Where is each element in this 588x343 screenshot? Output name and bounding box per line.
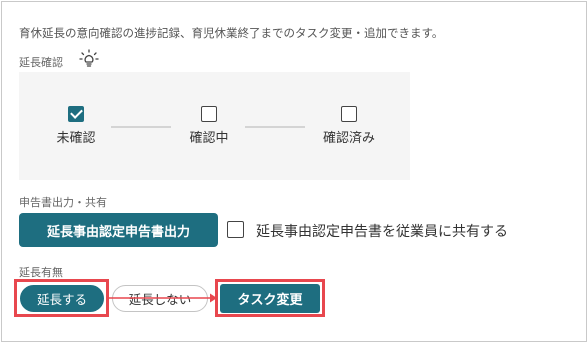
step-confirming-label: 確認中 xyxy=(189,131,229,146)
confirm-section-label: 延長確認 xyxy=(19,56,63,69)
extension-section-label: 延長有無 xyxy=(19,266,63,279)
intro-text: 育休延長の意向確認の進捗記録、育児休業終了までのタスク変更・追加できます。 xyxy=(19,26,444,40)
step-unconfirmed-checkbox[interactable] xyxy=(68,106,84,122)
step-connector xyxy=(245,126,305,128)
step-confirmed-checkbox[interactable] xyxy=(341,106,357,122)
step-connector xyxy=(111,126,171,128)
extend-button[interactable]: 延長する xyxy=(20,285,104,312)
lightbulb-icon xyxy=(79,49,99,67)
step-confirmed-label: 確認済み xyxy=(322,131,375,146)
arrow-right-icon xyxy=(106,293,217,303)
step-confirmed[interactable]: 確認済み xyxy=(304,106,394,146)
share-checkbox-label[interactable]: 延長事由認定申告書を従業員に共有する xyxy=(256,221,508,241)
step-confirming[interactable]: 確認中 xyxy=(164,106,254,146)
step-confirming-checkbox[interactable] xyxy=(201,106,217,122)
progress-steps: 未確認 確認中 確認済み xyxy=(19,72,410,180)
report-section-label: 申告書出力・共有 xyxy=(19,196,107,209)
share-checkbox[interactable] xyxy=(227,221,244,238)
task-change-button[interactable]: タスク変更 xyxy=(220,284,320,313)
step-unconfirmed-label: 未確認 xyxy=(56,131,96,146)
extension-panel: 育休延長の意向確認の進捗記録、育児休業終了までのタスク変更・追加できます。 延長… xyxy=(1,1,587,342)
output-report-button[interactable]: 延長事由認定申告書出力 xyxy=(19,213,218,247)
step-unconfirmed[interactable]: 未確認 xyxy=(31,106,121,146)
